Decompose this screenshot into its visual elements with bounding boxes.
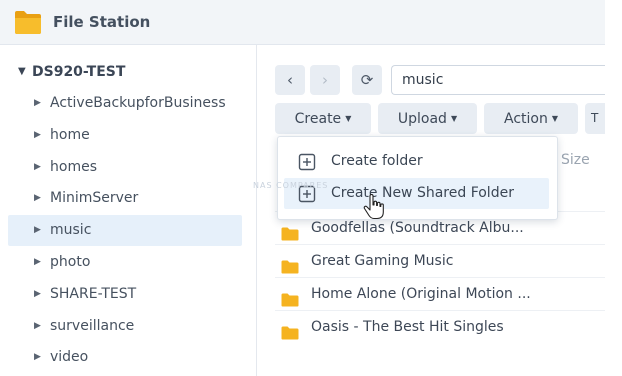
sidebar-item-label: home (50, 126, 90, 143)
sidebar: ▼ DS920-TEST ▶ ActiveBackupforBusiness ▶ hom… (0, 45, 257, 376)
file-row[interactable]: Great Gaming Music (275, 244, 605, 277)
file-name: Oasis - The Best Hit Singles (311, 319, 504, 335)
create-button[interactable]: Create ▼ (275, 103, 371, 134)
file-name: Great Gaming Music (311, 253, 454, 269)
folder-icon (281, 254, 299, 274)
add-folder-icon (298, 153, 316, 171)
sidebar-item-label: music (50, 222, 92, 239)
tools-button-label: T (591, 111, 599, 125)
sidebar-item-label: surveillance (50, 317, 135, 334)
app-title: File Station (53, 13, 151, 31)
caret-down-icon: ▼ (450, 114, 458, 123)
folder-icon (15, 11, 41, 34)
file-row[interactable]: Oasis - The Best Hit Singles (275, 310, 605, 343)
sidebar-item-video[interactable]: ▶ video (8, 342, 242, 373)
forward-button[interactable]: › (310, 65, 340, 95)
tree-root-label: DS920-TEST (32, 64, 126, 80)
sidebar-item-activebackupforbusiness[interactable]: ▶ ActiveBackupforBusiness (8, 88, 242, 119)
create-button-label: Create (294, 111, 342, 127)
folder-icon (281, 287, 299, 307)
folder-icon (281, 221, 299, 241)
caret-right-icon[interactable]: ▶ (34, 247, 41, 278)
menu-item-label: Create folder (331, 153, 423, 169)
sidebar-item-label: MinimServer (50, 190, 139, 207)
caret-right-icon[interactable]: ▶ (34, 279, 41, 310)
caret-right-icon[interactable]: ▶ (34, 183, 41, 214)
refresh-button[interactable]: ⟳ (352, 65, 382, 95)
caret-right-icon[interactable]: ▶ (34, 342, 41, 373)
caret-right-icon[interactable]: ▶ (34, 311, 41, 342)
sidebar-item-minimserver[interactable]: ▶ MinimServer (8, 183, 242, 214)
chevron-left-icon: ‹ (287, 71, 293, 89)
path-input[interactable]: music (391, 65, 605, 95)
sidebar-item-label: SHARE-TEST (50, 285, 137, 302)
caret-right-icon[interactable]: ▶ (34, 120, 41, 151)
upload-button-label: Upload (397, 111, 447, 127)
folder-icon (281, 320, 299, 340)
file-name: Home Alone (Original Motion ... (311, 286, 531, 302)
sidebar-item-share-test[interactable]: ▶ SHARE-TEST (8, 279, 242, 310)
watermark: NAS COMPARES (253, 181, 329, 190)
refresh-icon: ⟳ (360, 71, 374, 89)
chevron-right-icon: › (322, 71, 328, 89)
sidebar-item-homes[interactable]: ▶ homes (8, 152, 242, 183)
create-dropdown-menu: Create folder Create New Shared Folder (277, 136, 558, 220)
sidebar-item-surveillance[interactable]: ▶ surveillance (8, 311, 242, 342)
tools-button[interactable]: T (585, 103, 605, 134)
upload-button[interactable]: Upload ▼ (378, 103, 477, 134)
caret-down-icon: ▼ (345, 114, 352, 123)
menu-item-create-folder[interactable]: Create folder (284, 146, 549, 177)
tree-root[interactable]: ▼ DS920-TEST (18, 64, 125, 80)
caret-right-icon[interactable]: ▶ (34, 215, 41, 246)
sidebar-item-home[interactable]: ▶ home (8, 120, 242, 151)
action-button[interactable]: Action ▼ (484, 103, 578, 134)
sidebar-item-label: video (50, 349, 89, 366)
menu-item-label: Create New Shared Folder (331, 185, 514, 201)
sidebar-item-label: homes (50, 158, 97, 175)
title-bar: File Station (0, 0, 605, 45)
sidebar-item-label: photo (50, 254, 91, 270)
sidebar-item-music[interactable]: ▶ music (8, 215, 242, 247)
sidebar-item-label: ActiveBackupforBusiness (50, 95, 226, 111)
window-edge (605, 0, 622, 376)
size-column-header[interactable]: Size (561, 152, 590, 168)
hand-cursor-icon (363, 194, 384, 220)
sidebar-item-photo[interactable]: ▶ photo (8, 247, 242, 278)
back-button[interactable]: ‹ (275, 65, 305, 95)
action-button-label: Action (503, 111, 548, 127)
caret-down-icon: ▼ (551, 114, 558, 123)
file-row[interactable]: Home Alone (Original Motion ... (275, 277, 605, 310)
caret-right-icon[interactable]: ▶ (34, 152, 41, 183)
caret-right-icon[interactable]: ▶ (34, 88, 41, 119)
caret-down-icon: ▼ (18, 66, 26, 77)
